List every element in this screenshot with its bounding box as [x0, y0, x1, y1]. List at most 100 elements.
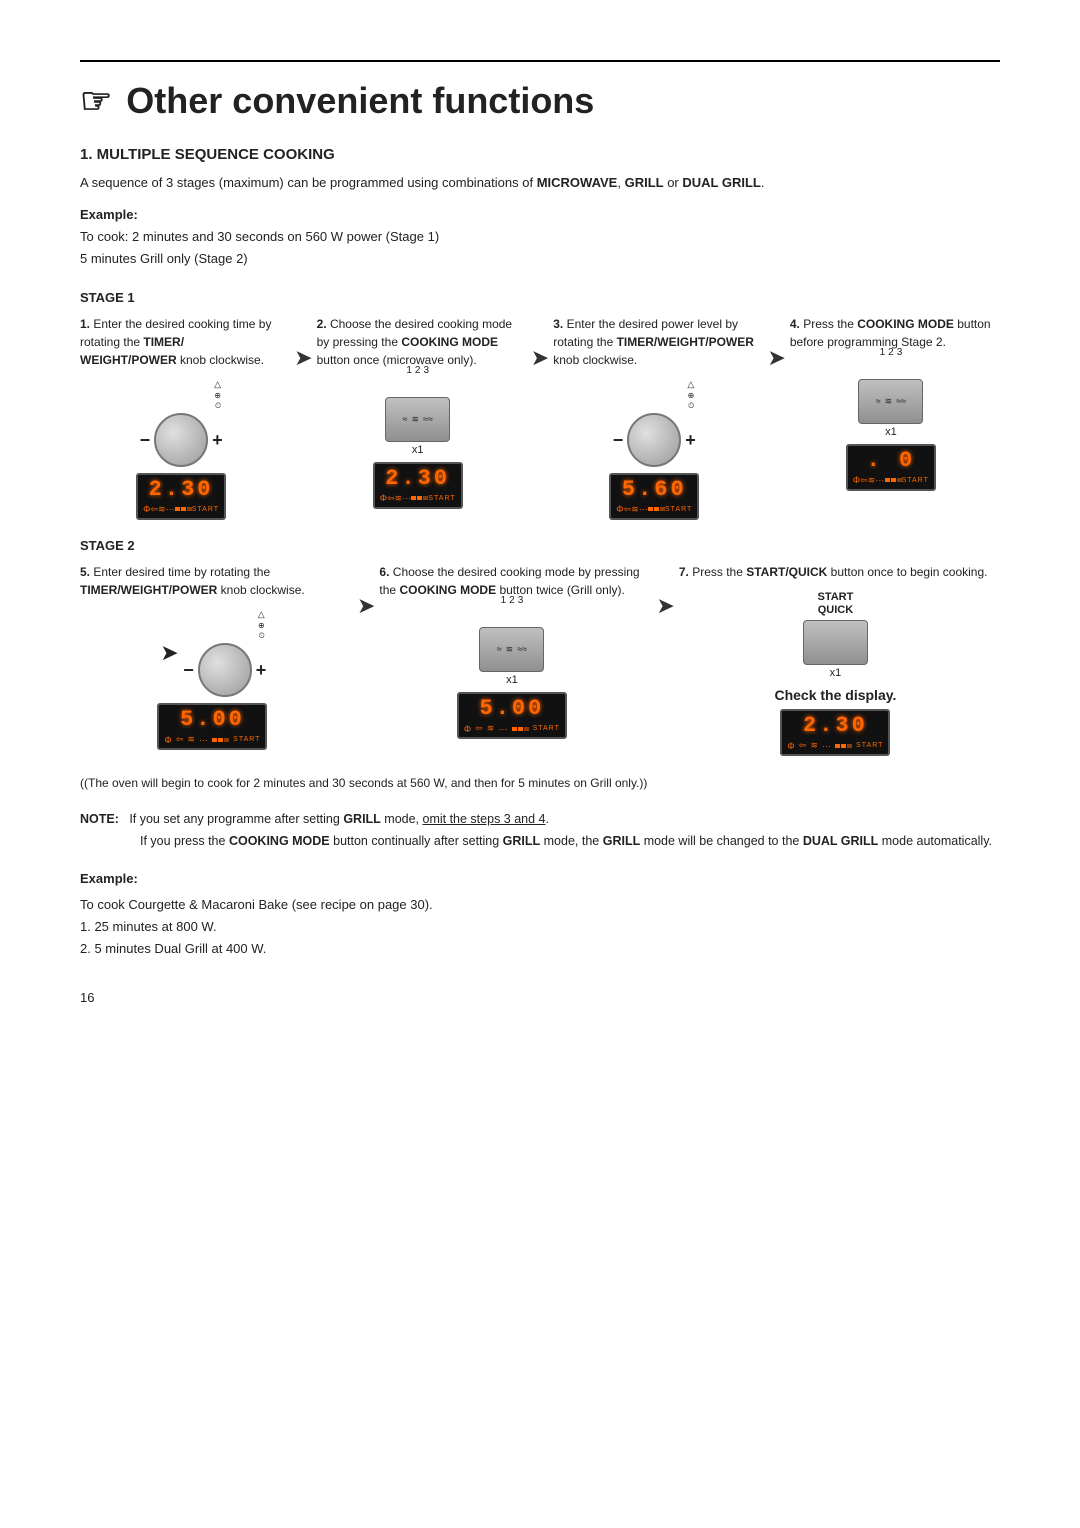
step7-block: 7. Press the START/QUICK button once to … [679, 563, 1000, 756]
plus-icon-5: ⊕ [258, 621, 265, 630]
step4-text: 4. Press the COOKING MODE button before … [790, 315, 992, 351]
timer-icon-3: ⏲ [688, 401, 694, 411]
lcd-bottom-2: Φ ⇦ ≋ ··· START [380, 493, 456, 504]
lcd-bar-2a [411, 496, 416, 500]
step7-diagram: START QUICK x1 Check the display. 2.30 Φ… [679, 591, 992, 756]
lcd-bottom-1: Φ ⇦ ≋ ··· START [143, 504, 219, 515]
lcd-6: 5.00 Φ ⇦ ≋ ··· START [457, 692, 567, 739]
knob-sub-icons-1: ⊕ [141, 391, 221, 400]
arrow-left-5: ➤ [160, 640, 178, 666]
lcd-bar-3c [660, 507, 665, 511]
lcd-icon-phi-3: Φ [616, 504, 623, 514]
wave-icon-2b: ≋ [411, 414, 419, 425]
arrow-5-6: ➤ [353, 563, 379, 619]
lcd-digits-3: 5.60 [616, 478, 692, 502]
step5-diagram: ➤ △ ⊕ ⏲ − + [80, 609, 345, 750]
step5-block: 5. Enter desired time by rotating the TI… [80, 563, 353, 750]
plus-icon-3: ⊕ [688, 391, 695, 400]
stage2-label: STAGE 2 [80, 538, 1000, 553]
triangle-icon-1: △ [214, 379, 221, 390]
step2-text: 2. Choose the desired cooking mode by pr… [317, 315, 519, 369]
mode-dot-3: 3 [423, 365, 429, 376]
lcd-bottom-3: Φ ⇦ ≋ ··· START [616, 504, 692, 515]
step6-diagram: 1 2 3 ≈ ≋ ≈≈ x1 5.00 Φ ⇦ ≋ [379, 609, 644, 739]
start-quick-button[interactable] [803, 620, 868, 665]
lcd-bar-3b [654, 507, 659, 511]
button-panel-6: 1 2 3 ≈ ≋ ≈≈ x1 [479, 609, 544, 686]
step3-diagram: △ ⊕ ⏲ − + 5.60 Φ ⇦ [553, 379, 755, 520]
wave-icon-2c: ≈≈ [423, 414, 433, 425]
example2-item2: 2. 5 minutes Dual Grill at 400 W. [80, 938, 1000, 960]
triangle-icon-5: △ [258, 609, 265, 620]
knob-top-icons-1: △ [141, 379, 221, 390]
wave-icon-2a: ≈ [402, 414, 407, 425]
lcd-bar-1a [175, 507, 180, 511]
knob-widget-3: △ ⊕ ⏲ − + [614, 379, 694, 467]
page-title: ☞ Other convenient functions [80, 60, 1000, 122]
lcd-icon-dots-1: ··· [166, 504, 175, 514]
lcd-arrow-5: ⇦ [176, 734, 184, 745]
x1-label-4: x1 [885, 426, 897, 438]
mode-indicator-2: 1 2 3 [406, 365, 429, 376]
lcd-icon-wave-2: ≋ [395, 493, 403, 504]
knob-circle-1 [154, 413, 208, 467]
lcd-icon-arrow-3: ⇦ [624, 504, 632, 515]
timer-icon-5: ⏲ [258, 631, 264, 641]
lcd-bars-3 [648, 507, 665, 511]
mode-dot-1: 1 [406, 365, 412, 376]
knob-minus-1: − [140, 431, 151, 449]
wave-icon-4c: ≈≈ [896, 396, 906, 407]
arrow-2: ➤ [527, 315, 553, 371]
step3-text: 3. Enter the desired power level by rota… [553, 315, 755, 369]
lcd-icon-arrow-4: ⇦ [860, 475, 868, 486]
footer-note: ((The oven will begin to cook for 2 minu… [80, 774, 1000, 793]
knob-minus-5: − [183, 661, 194, 679]
lcd-digits-7: 2.30 [787, 714, 883, 738]
start-section: START QUICK x1 [803, 591, 868, 679]
knob-timer-icon-3: ⏲ [614, 401, 694, 411]
mode-button-2[interactable]: ≈ ≋ ≈≈ [385, 397, 450, 442]
section-title: 1. MULTIPLE SEQUENCE COOKING [80, 146, 1000, 163]
step1-block: 1. Enter the desired cooking time by rot… [80, 315, 290, 520]
example2-item1: 1. 25 minutes at 800 W. [80, 916, 1000, 938]
knob-plus-1: + [212, 431, 223, 449]
example2-line0: To cook Courgette & Macaroni Bake (see r… [80, 894, 1000, 916]
lcd-start-4: START [902, 477, 929, 484]
lcd-icon-wave-4: ≋ [868, 475, 876, 486]
lcd-bar-4b [891, 478, 896, 482]
knob-circle-5 [198, 643, 252, 697]
plus-icon-1: ⊕ [214, 391, 221, 400]
stage1-steps: 1. Enter the desired cooking time by rot… [80, 315, 1000, 520]
lcd-icon-wave-1: ≋ [158, 504, 166, 515]
lcd-bar-2c [423, 496, 428, 500]
step1-diagram: △ ⊕ ⏲ − + 2.30 Φ ⇦ [80, 379, 282, 520]
knob-sub-icons-3: ⊕ [614, 391, 694, 400]
mode-button-6[interactable]: ≈ ≋ ≈≈ [479, 627, 544, 672]
step1-text: 1. Enter the desired cooking time by rot… [80, 315, 282, 369]
x1-label-6: x1 [506, 674, 518, 686]
lcd-bars-2 [411, 496, 428, 500]
lcd-digits-5: 5.00 [164, 708, 260, 732]
arrow-6-7: ➤ [652, 563, 678, 619]
button-panel-2: 1 2 3 ≈ ≋ ≈≈ x1 [385, 379, 450, 456]
lcd-bar-2b [417, 496, 422, 500]
knob-widget-5: △ ⊕ ⏲ − + [185, 609, 265, 697]
mode-dot-4c: 3 [897, 347, 903, 358]
triangle-icon-3: △ [687, 379, 694, 390]
stage1-label: STAGE 1 [80, 290, 1000, 305]
lcd-1: 2.30 Φ ⇦ ≋ ··· START [136, 473, 226, 520]
mode-icons-4: ≈ ≋ ≈≈ [876, 396, 906, 407]
wave-icon-4b: ≋ [885, 396, 893, 407]
lcd-bars-1 [175, 507, 192, 511]
lcd-bars-4 [885, 478, 902, 482]
lcd-icon-arrow-1: ⇦ [150, 504, 158, 515]
step4-diagram: 1 2 3 ≈ ≋ ≈≈ x1 . 0 Φ ⇦ [790, 361, 992, 491]
lcd-5: 5.00 Φ ⇦ ≋ ··· START [157, 703, 267, 750]
knob-plus-3: + [685, 431, 696, 449]
lcd-bar-3a [648, 507, 653, 511]
step2-block: 2. Choose the desired cooking mode by pr… [317, 315, 527, 509]
mode-button-4[interactable]: ≈ ≋ ≈≈ [858, 379, 923, 424]
title-icon: ☞ [80, 80, 112, 122]
lcd-icon-phi-1: Φ [143, 504, 150, 514]
lcd-wave-5: ≋ [187, 734, 195, 745]
